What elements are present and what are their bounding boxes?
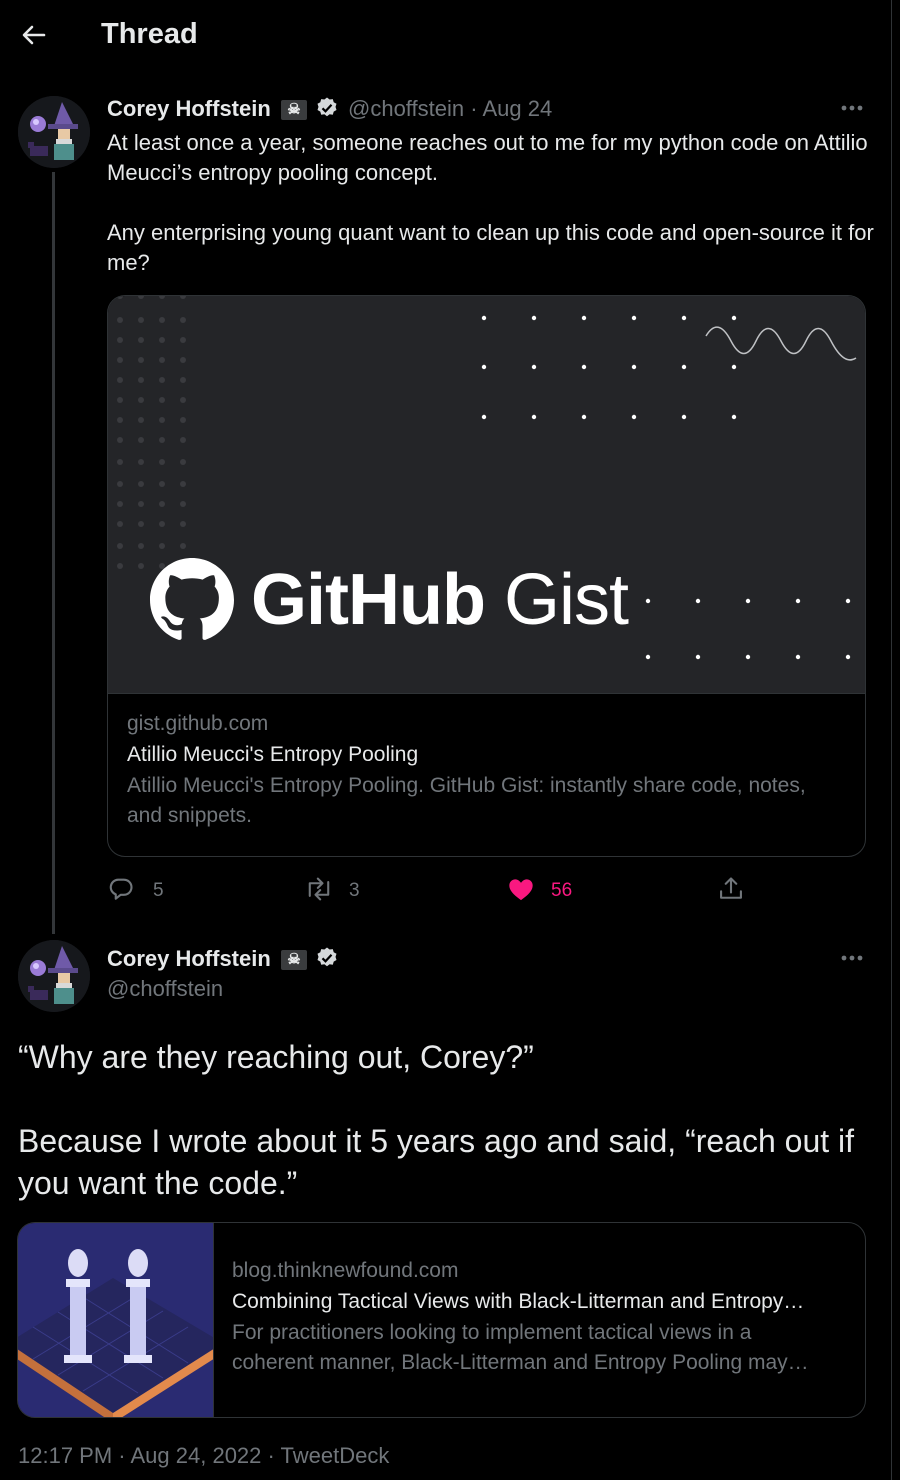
- reply-button[interactable]: 5: [107, 875, 164, 907]
- retweet-icon: [304, 875, 334, 908]
- skull-badge: ☠: [280, 950, 307, 970]
- author-name[interactable]: Corey Hoffstein ☠: [107, 96, 339, 126]
- verified-badge-icon: [315, 96, 339, 126]
- card-thumbnail: [18, 1223, 223, 1417]
- like-button[interactable]: 56: [507, 875, 572, 907]
- card-image-text: GitHub Gist: [251, 560, 629, 640]
- tweet-actions: 5 3 56: [107, 875, 747, 907]
- card-domain: blog.thinknewfound.com: [232, 1259, 459, 1282]
- share-button[interactable]: [717, 875, 745, 907]
- more-icon[interactable]: [838, 948, 868, 968]
- author-handle[interactable]: @choffstein: [348, 96, 464, 121]
- card-domain: gist.github.com: [127, 712, 269, 735]
- thread-connector: [52, 172, 55, 934]
- avatar[interactable]: [18, 940, 90, 1012]
- reply-icon: [107, 875, 135, 908]
- card-body: blog.thinknewfound.com Combining Tactica…: [232, 1259, 847, 1378]
- tweet-text-line2: Because I wrote about it 5 years ago and…: [18, 1123, 855, 1201]
- tweet-text-line1: “Why are they reaching out, Corey?”: [18, 1039, 534, 1075]
- card-image: GitHub Gist: [108, 296, 865, 694]
- tweet-text: At least once a year, someone reaches ou…: [107, 130, 874, 275]
- link-card[interactable]: GitHub Gist gist.github.com Atillio Meuc…: [107, 295, 866, 857]
- column-divider: [891, 0, 892, 1480]
- like-count: 56: [551, 880, 573, 901]
- heart-icon: [507, 875, 535, 908]
- more-icon[interactable]: [838, 98, 868, 118]
- back-arrow-icon[interactable]: [18, 20, 48, 50]
- thread-header: Thread: [0, 0, 890, 72]
- card-body: gist.github.com Atillio Meucci's Entropy…: [127, 712, 846, 831]
- author-meta: @choffstein · Aug 24: [348, 96, 552, 122]
- tweet-date[interactable]: Aug 24: [482, 96, 552, 121]
- card-description-line2: coherent manner, Black-Litterman and Ent…: [232, 1351, 809, 1374]
- github-logo-icon: [150, 558, 234, 642]
- card-title: Combining Tactical Views with Black-Litt…: [232, 1290, 805, 1313]
- verified-badge-icon: [315, 946, 339, 976]
- card-description-line1: For practitioners looking to implement t…: [232, 1321, 752, 1344]
- retweet-count: 3: [349, 880, 360, 901]
- link-card[interactable]: blog.thinknewfound.com Combining Tactica…: [17, 1222, 866, 1418]
- page-title: Thread: [101, 18, 198, 50]
- card-title: Atillio Meucci's Entropy Pooling: [127, 743, 419, 766]
- skull-badge: ☠: [280, 100, 307, 120]
- author-handle[interactable]: @choffstein: [107, 976, 223, 1002]
- avatar[interactable]: [18, 96, 90, 168]
- share-icon: [717, 875, 745, 908]
- reply-count: 5: [153, 880, 164, 901]
- retweet-button[interactable]: 3: [304, 875, 360, 907]
- card-description: Atillio Meucci's Entropy Pooling. GitHub…: [127, 774, 806, 827]
- separator-dot: ·: [470, 96, 478, 121]
- author-name[interactable]: Corey Hoffstein ☠: [107, 946, 339, 976]
- tweet-metadata: 12:17 PM · Aug 24, 2022 · TweetDeck: [18, 1443, 390, 1468]
